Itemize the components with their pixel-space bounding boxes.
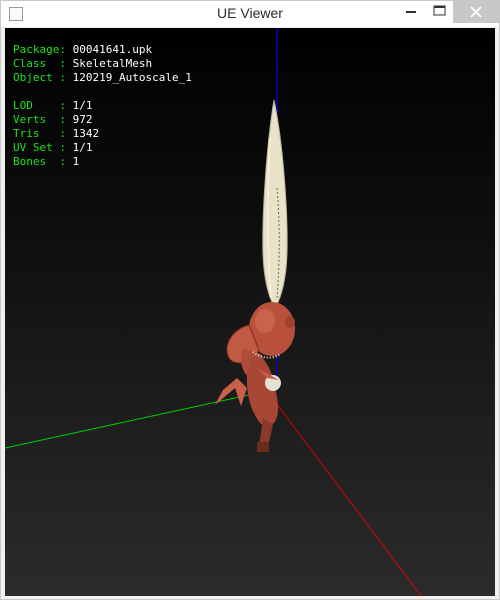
3d-viewport[interactable]: Package: 00041641.upk Class : SkeletalMe… (5, 28, 495, 596)
x-axis-line (266, 390, 422, 596)
info-row-class: Class : SkeletalMesh (13, 57, 192, 71)
info-row-lod: LOD : 1/1 (13, 99, 192, 113)
y-axis-line (5, 390, 268, 449)
object-label: Object : (13, 71, 66, 84)
info-row-verts: Verts : 972 (13, 113, 192, 127)
info-row-package: Package: 00041641.upk (13, 43, 192, 57)
uvset-label: UV Set : (13, 141, 66, 154)
close-button[interactable] (453, 1, 499, 23)
minimize-button[interactable] (397, 1, 427, 23)
horn-mesh (262, 99, 288, 309)
maximize-icon (433, 5, 446, 16)
title-bar[interactable]: UE Viewer (1, 1, 499, 27)
maximize-button[interactable] (427, 1, 453, 23)
uvset-value: 1/1 (72, 141, 93, 154)
minimize-icon (406, 11, 416, 13)
verts-value: 972 (72, 113, 93, 126)
verts-label: Verts : (13, 113, 66, 126)
object-value: 120219_Autoscale_1 (72, 71, 192, 84)
ue-viewer-window: UE Viewer Package: 00041641.upk Class: … (0, 0, 500, 600)
tris-value: 1342 (72, 127, 100, 140)
info-row-object: Object : 120219_Autoscale_1 (13, 71, 192, 85)
bones-label: Bones : (13, 155, 66, 168)
class-value: SkeletalMesh (72, 57, 153, 70)
mesh-info-panel: Package: 00041641.upk Class : SkeletalMe… (13, 43, 192, 169)
bones-value: 1 (72, 155, 80, 168)
info-row-bones: Bones : 1 (13, 155, 192, 169)
tris-label: Tris : (13, 127, 66, 140)
info-row-tris: Tris : 1342 (13, 127, 192, 141)
lod-value: 1/1 (72, 99, 93, 112)
character-mesh (209, 302, 295, 452)
info-row-uvset: UV Set : 1/1 (13, 141, 192, 155)
lod-label: LOD : (13, 99, 66, 112)
close-icon (470, 6, 482, 18)
package-label: Package: (13, 43, 66, 56)
class-label: Class : (13, 57, 66, 70)
package-value: 00041641.upk (72, 43, 153, 56)
